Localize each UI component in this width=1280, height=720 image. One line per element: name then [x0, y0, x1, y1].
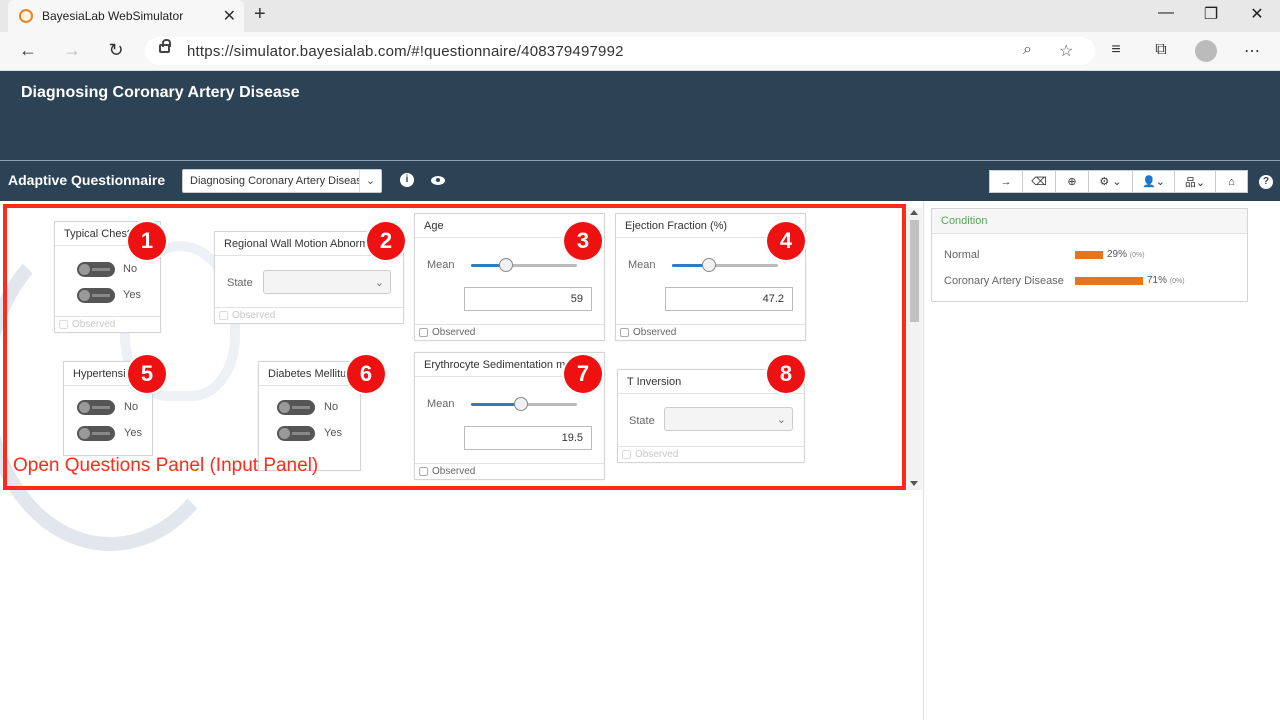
add-button[interactable]: ⊕: [1055, 170, 1089, 193]
condition-title: Condition: [932, 209, 1247, 234]
chevron-down-icon: ⌄: [359, 170, 381, 192]
star-icon[interactable]: ☆: [1059, 41, 1073, 61]
info-icon[interactable]: i: [400, 173, 414, 187]
browser-tabbar: BayesiaLab WebSimulator ✕ + — ❐ ✕: [0, 0, 1280, 32]
scroll-up-icon[interactable]: [910, 210, 918, 215]
scroll-thumb[interactable]: [910, 220, 919, 322]
eye-icon[interactable]: [431, 176, 445, 185]
network-select[interactable]: Diagnosing Coronary Artery Disease ⌄: [182, 169, 382, 193]
probability-delta: (0%): [1129, 252, 1145, 259]
page-title: Diagnosing Coronary Artery Disease: [21, 84, 300, 101]
probability-value: 29% (0%): [1107, 249, 1145, 260]
input-panel-caption: Open Questions Panel (Input Panel): [13, 455, 319, 476]
input-panel-highlight: [3, 204, 906, 490]
condition-label: Coronary Artery Disease: [944, 275, 1064, 287]
condition-panel: Condition Normal 29% (0%) Coronary Arter…: [931, 208, 1248, 302]
probability-bar: [1075, 251, 1103, 259]
zoom-icon[interactable]: ⌕: [1023, 41, 1032, 59]
bayesialab-favicon-icon: [19, 9, 33, 23]
home-icon: ⌂: [1228, 175, 1235, 188]
settings-dropdown[interactable]: ⚙ ⌄: [1088, 170, 1133, 193]
favorites-icon[interactable]: ≡: [1105, 41, 1127, 59]
reload-icon[interactable]: ↻: [104, 40, 128, 61]
app-toolbar: Adaptive Questionnaire Diagnosing Corona…: [0, 160, 1280, 201]
profile-icon[interactable]: [1195, 40, 1217, 62]
panel-scrollbar[interactable]: [907, 208, 922, 490]
toolbar-label: Adaptive Questionnaire: [8, 172, 166, 188]
condition-row-cad: Coronary Artery Disease 71% (0%): [932, 273, 1247, 291]
probability-delta: (0%): [1169, 278, 1185, 285]
condition-label: Normal: [944, 249, 980, 261]
browser-tab[interactable]: BayesiaLab WebSimulator ✕: [8, 0, 244, 32]
restore-icon[interactable]: ❐: [1196, 4, 1226, 24]
plus-circle-icon: ⊕: [1067, 176, 1077, 188]
home-button[interactable]: ⌂: [1215, 170, 1248, 193]
menu-icon[interactable]: ⋯: [1241, 41, 1263, 61]
gear-icon: ⚙ ⌄: [1099, 176, 1122, 188]
network-dropdown[interactable]: 品⌄: [1174, 170, 1216, 193]
eraser-icon: ⌫: [1031, 176, 1047, 188]
url-text: https://simulator.bayesialab.com/#!quest…: [187, 43, 624, 60]
user-dropdown[interactable]: 👤⌄: [1132, 170, 1175, 193]
toolbar-button-group: → ⌫ ⊕ ⚙ ⌄ 👤⌄ 品⌄ ⌂: [989, 170, 1248, 193]
tab-title: BayesiaLab WebSimulator: [42, 9, 184, 23]
arrow-right-button[interactable]: →: [989, 170, 1023, 193]
probability-value: 71% (0%): [1147, 275, 1185, 286]
network-select-value: Diagnosing Coronary Artery Disease: [190, 175, 368, 187]
url-field[interactable]: https://simulator.bayesialab.com/#!quest…: [145, 37, 1095, 65]
new-tab-icon[interactable]: +: [254, 3, 266, 26]
back-icon[interactable]: ←: [16, 40, 40, 61]
scroll-down-icon[interactable]: [910, 481, 918, 486]
collections-icon[interactable]: ⧉: [1150, 41, 1172, 59]
questions-area: Typical Chest Pain No Yes Observed Regio…: [0, 201, 924, 720]
help-icon[interactable]: ?: [1259, 175, 1273, 189]
app-header: Diagnosing Coronary Artery Disease: [0, 71, 1280, 160]
condition-row-normal: Normal 29% (0%): [932, 247, 1247, 265]
user-icon: 👤⌄: [1142, 176, 1165, 188]
forward-icon[interactable]: →: [60, 40, 84, 61]
main-content: Typical Chest Pain No Yes Observed Regio…: [0, 201, 1280, 720]
probability-percent: 29%: [1107, 249, 1128, 260]
eraser-button[interactable]: ⌫: [1022, 170, 1056, 193]
probability-percent: 71%: [1147, 275, 1168, 286]
probability-bar: [1075, 277, 1143, 285]
close-tab-icon[interactable]: ✕: [223, 6, 236, 26]
lock-icon: [159, 39, 171, 53]
arrow-right-icon: →: [1000, 175, 1012, 188]
network-icon: 品⌄: [1184, 176, 1206, 189]
window-close-icon[interactable]: ✕: [1242, 4, 1272, 24]
minimize-icon[interactable]: —: [1151, 4, 1181, 22]
browser-address-bar: ← → ↻ https://simulator.bayesialab.com/#…: [0, 32, 1280, 71]
